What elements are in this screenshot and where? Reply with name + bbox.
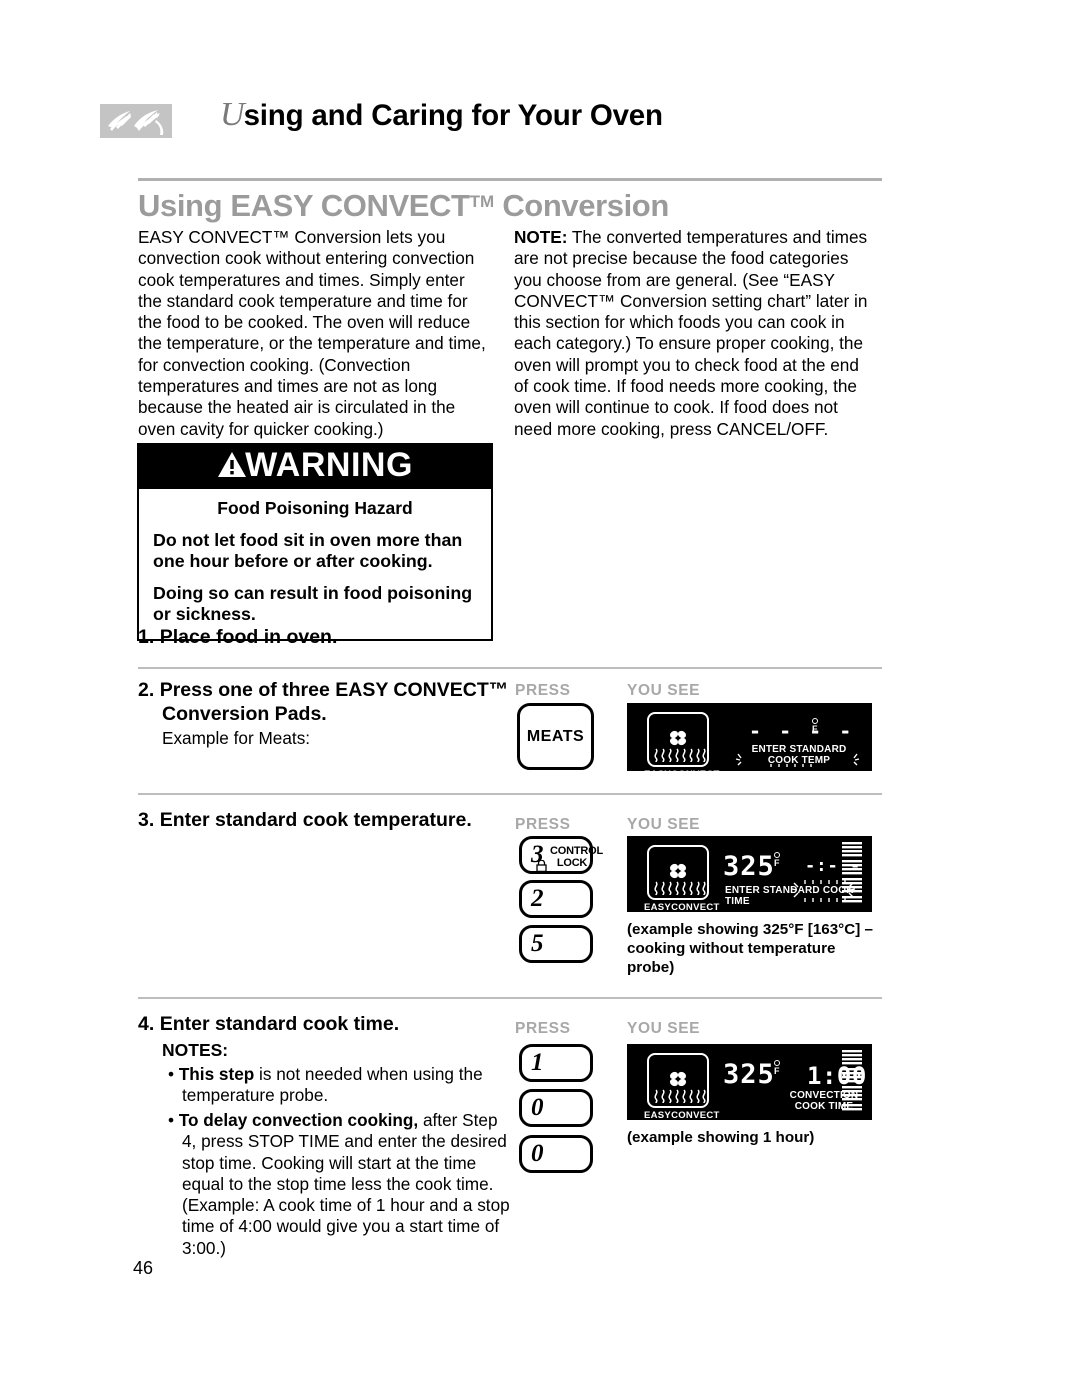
- easyconvect-label-step2: EASYCONVECT: [644, 769, 720, 771]
- keypad-3-label-line2: LOCK: [556, 856, 588, 869]
- step-3-title: Enter standard cook temperature.: [159, 809, 472, 831]
- keypad-3-label-line1: CONTROL: [550, 845, 603, 857]
- step-4: 4. Enter standard cook time.: [138, 1012, 522, 1036]
- you-see-label-step2: YOU SEE: [627, 682, 701, 699]
- step-2: 2. Press one of three EASY CONVECT™ Conv…: [138, 678, 532, 726]
- press-label-step3: PRESS: [515, 816, 571, 833]
- drop-cap-letter: U: [220, 96, 245, 133]
- heat-waves-icon: [653, 748, 707, 763]
- keypad-5-button[interactable]: 5: [519, 925, 593, 963]
- step-2-number: 2.: [138, 679, 155, 701]
- press-label-step4: PRESS: [515, 1020, 571, 1037]
- step-4-note-2-bold: To delay convection cooking,: [178, 1110, 419, 1130]
- meats-button[interactable]: MEATS: [517, 703, 594, 770]
- intro-paragraph-right: NOTE: The converted temperatures and tim…: [514, 227, 874, 440]
- step-divider-1: [138, 667, 882, 669]
- keypad-digit-2: 2: [531, 885, 544, 912]
- easyconvect-label-step4: EASYCONVECT: [644, 1110, 720, 1120]
- heat-waves-icon: [653, 1089, 707, 1104]
- you-see-label-step4: YOU SEE: [627, 1020, 701, 1037]
- display-unit-step2: F: [812, 718, 818, 734]
- display-temp-step2: - - - -: [749, 719, 855, 743]
- note-label: NOTE:: [514, 227, 568, 247]
- display-bar-graph-step4: [842, 1050, 862, 1119]
- oven-display-step2: EASYCONVECT - - - - F ENTER STANDARD COO…: [627, 703, 872, 771]
- warning-text-1: Do not let food sit in oven more than on…: [153, 530, 463, 571]
- step-4-notes-heading: NOTES:: [162, 1040, 229, 1060]
- warning-text-2: Doing so can result in food poisoning or…: [153, 583, 473, 624]
- step-3-number: 3.: [138, 809, 155, 831]
- warning-banner-text: WARNING: [245, 446, 413, 484]
- display-unit-letter-step2: F: [812, 724, 818, 734]
- note-body: The converted temperatures and times are…: [514, 227, 868, 439]
- keypad-digit-1: 1: [531, 1049, 544, 1076]
- section-title-trademark: TM: [469, 192, 495, 211]
- section-title: Using EASY CONVECTTM Conversion: [138, 188, 669, 224]
- press-label-step2: PRESS: [515, 682, 571, 699]
- caption-step4: (example showing 1 hour): [627, 1129, 815, 1146]
- section-title-main: Using EASY CONVECT: [138, 188, 470, 223]
- easyconvect-indicator-box-step3: [647, 845, 709, 900]
- easyconvect-indicator-box: [647, 712, 709, 767]
- step-4-note-2-rest: after Step 4, press STOP TIME and enter …: [182, 1110, 510, 1258]
- intro-paragraph-left: EASY CONVECT™ Conversion lets you convec…: [138, 227, 486, 439]
- page-number: 46: [133, 1258, 154, 1278]
- warning-banner: WARNING: [139, 445, 491, 489]
- display-bar-graph-step3: [842, 842, 862, 911]
- step-1-title: Place food in oven.: [159, 626, 338, 648]
- step-4-title: Enter standard cook time.: [159, 1013, 400, 1035]
- heat-waves-icon: [653, 881, 707, 896]
- warning-box: WARNING Food Poisoning Hazard Do not let…: [137, 443, 493, 641]
- display-unit-letter-step3: F: [774, 858, 780, 868]
- step-3: 3. Enter standard cook temperature.: [138, 808, 502, 832]
- meats-button-label: MEATS: [526, 727, 585, 745]
- step-divider-3: [138, 997, 882, 999]
- step-2-subtext: Example for Meats:: [162, 728, 311, 748]
- display-unit-step4: F: [774, 1060, 780, 1076]
- you-see-label-step3: YOU SEE: [627, 816, 701, 833]
- padlock-icon: [536, 859, 547, 873]
- caption-step3: (example showing 325°F [163°C] – cooking…: [627, 921, 873, 976]
- easyconvect-indicator-box-step4: [647, 1053, 709, 1108]
- keypad-1-button[interactable]: 1: [519, 1044, 593, 1082]
- step-4-note-2: • To delay convection cooking, after Ste…: [168, 1110, 512, 1259]
- step-1: 1. Place food in oven.: [138, 625, 518, 649]
- display-unit-letter-step4: F: [774, 1066, 780, 1076]
- warning-hazard-title: Food Poisoning Hazard: [217, 498, 413, 518]
- page-title-text: sing and Caring for Your Oven: [243, 99, 663, 132]
- step-1-number: 1.: [138, 626, 155, 648]
- step-4-note-1: • This step is not needed when using the…: [168, 1064, 512, 1107]
- step-4-number: 4.: [138, 1013, 155, 1035]
- keypad-2-button[interactable]: 2: [519, 880, 593, 918]
- keypad-0-button-b[interactable]: 0: [519, 1135, 593, 1173]
- step-divider-2: [138, 793, 882, 795]
- flashing-indicator-step2: [735, 751, 863, 771]
- keypad-0-button-a[interactable]: 0: [519, 1089, 593, 1127]
- oven-display-step4: EASYCONVECT 325 F 1:00 CONVECTION COOK T…: [627, 1044, 872, 1120]
- keypad-3-label: CONTROL LOCK: [550, 845, 603, 869]
- display-temp-step4: 325: [723, 1059, 775, 1090]
- page-title: Using and Caring for Your Oven: [220, 96, 663, 134]
- step-2-title: Press one of three EASY CONVECT™ Convers…: [159, 679, 509, 725]
- keypad-3-control-lock-button[interactable]: 3 CONTROL LOCK: [519, 836, 603, 874]
- section-title-tail: Conversion: [494, 188, 669, 223]
- keypad-digit-0-b: 0: [531, 1140, 544, 1167]
- warning-triangle-icon: [217, 450, 247, 484]
- bullet-icon: •: [168, 1110, 175, 1130]
- section-divider-top: [138, 178, 882, 181]
- page-header: Using and Caring for Your Oven: [100, 96, 920, 154]
- warning-body: Food Poisoning Hazard Do not let food si…: [139, 489, 491, 639]
- bullet-icon: •: [168, 1064, 175, 1084]
- easyconvect-label-step3: EASYCONVECT: [644, 902, 720, 912]
- keypad-digit-0-a: 0: [531, 1094, 544, 1121]
- step-4-note-1-bold: This step: [178, 1064, 255, 1084]
- display-unit-step3: F: [774, 852, 780, 868]
- keypad-digit-5: 5: [531, 930, 544, 957]
- display-temp-step3: 325: [723, 851, 775, 882]
- wheat-sheaf-logo: [100, 104, 172, 138]
- oven-display-step3: EASYCONVECT 325 F -:- - ENTER STANDARD C…: [627, 836, 872, 912]
